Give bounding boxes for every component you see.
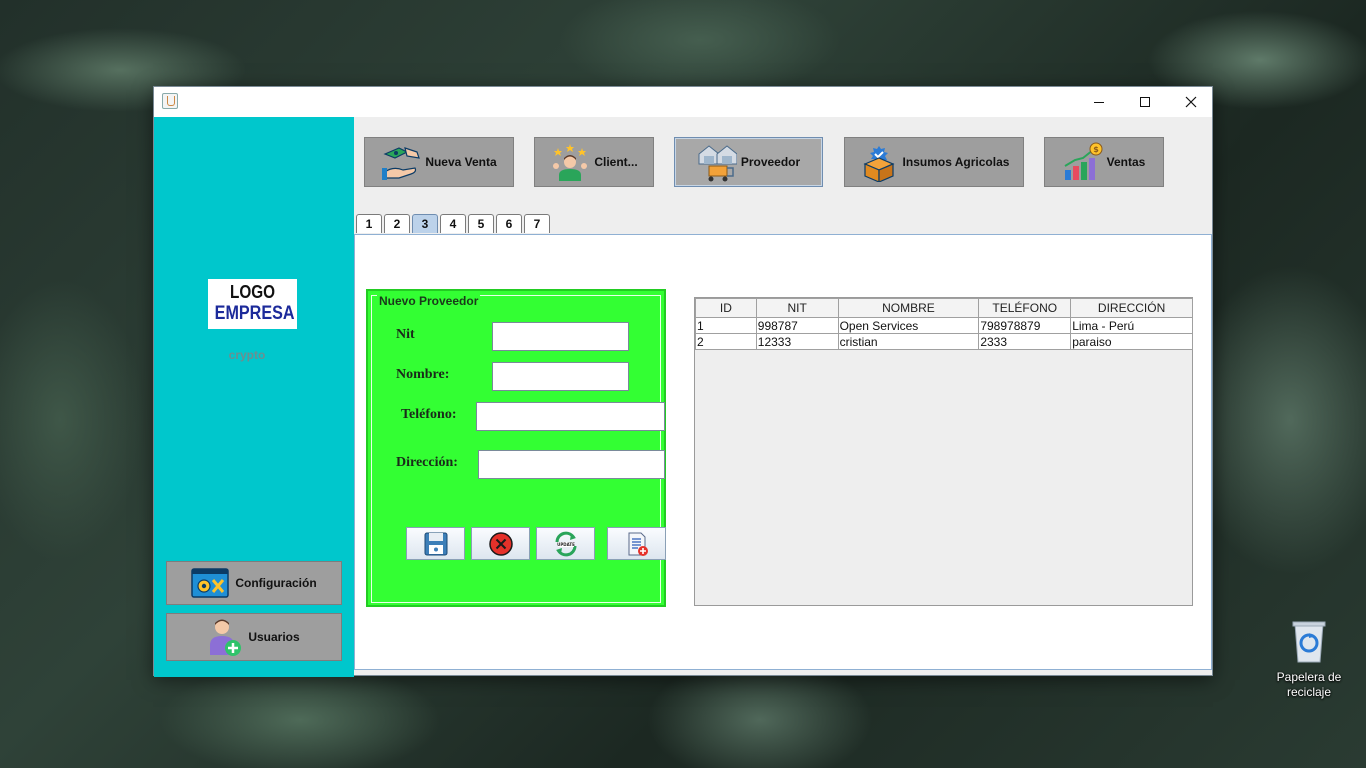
telefono-label: Teléfono: (401, 407, 457, 422)
usuarios-label: Usuarios (248, 630, 300, 644)
proveedores-table-container[interactable]: ID NIT NOMBRE TELÉFONO DIRECCIÓN 1 99878… (694, 297, 1193, 606)
nueva-venta-button[interactable]: Nueva Venta (364, 137, 514, 187)
cell-nombre: cristian (837, 333, 980, 350)
table-row[interactable]: 2 12333 cristian 2333 paraiso (695, 333, 1193, 350)
insumos-agricolas-label: Insumos Agricolas (902, 155, 1010, 169)
cell-id: 1 (695, 317, 757, 334)
recycle-bin-desktop-icon[interactable]: Papelera de reciclaje (1268, 618, 1350, 700)
direccion-field[interactable] (478, 450, 665, 479)
update-button[interactable]: UPDATE (536, 527, 595, 560)
col-header-telefono[interactable]: TELÉFONO (978, 298, 1072, 318)
tab-content-panel: Nuevo Proveedor Nit Nombre: Teléfono: Di… (354, 234, 1212, 670)
cell-telefono: 2333 (978, 333, 1072, 350)
cell-direccion: paraiso (1070, 333, 1193, 350)
tab-7[interactable]: 7 (524, 214, 550, 233)
nombre-field[interactable] (492, 362, 629, 391)
money-handshake-icon (382, 147, 421, 180)
floppy-disk-icon (424, 532, 447, 555)
close-icon (1185, 96, 1197, 108)
company-logo: LOGO EMPRESA (208, 279, 297, 329)
close-button[interactable] (1168, 87, 1214, 117)
nit-field[interactable] (492, 322, 629, 351)
nuevo-proveedor-panel: Nuevo Proveedor Nit Nombre: Teléfono: Di… (366, 289, 666, 607)
col-header-direccion[interactable]: DIRECCIÓN (1070, 298, 1193, 318)
nombre-label: Nombre: (396, 367, 450, 382)
cell-telefono: 798978879 (978, 317, 1072, 334)
maximize-button[interactable] (1122, 87, 1168, 117)
cancel-x-icon (488, 531, 513, 556)
table-row[interactable]: 1 998787 Open Services 798978879 Lima - … (695, 317, 1193, 334)
ventas-button[interactable]: $ Ventas (1044, 137, 1164, 187)
add-user-icon (210, 619, 242, 656)
cell-direccion: Lima - Perú (1070, 317, 1193, 334)
cell-nit: 12333 (755, 333, 839, 350)
direccion-label: Dirección: (396, 455, 458, 470)
col-header-id[interactable]: ID (695, 298, 757, 318)
ventas-label: Ventas (1106, 155, 1146, 169)
customer-rating-icon (553, 144, 588, 181)
app-window: LOGO EMPRESA crypto Configuración Usuari… (153, 86, 1213, 677)
tab-3[interactable]: 3 (412, 214, 438, 233)
col-header-nit[interactable]: NIT (755, 298, 839, 318)
tab-strip: 1 2 3 4 5 6 7 (356, 214, 552, 234)
clientes-button[interactable]: Client... (534, 137, 654, 187)
insumos-agricolas-button[interactable]: Insumos Agricolas (844, 137, 1024, 187)
tab-6[interactable]: 6 (496, 214, 522, 233)
logo-line1: LOGO (229, 282, 276, 302)
tab-2[interactable]: 2 (384, 214, 410, 233)
cell-id: 2 (695, 333, 757, 350)
save-button[interactable] (406, 527, 465, 560)
configuracion-label: Configuración (235, 576, 317, 590)
tab-5[interactable]: 5 (468, 214, 494, 233)
minimize-button[interactable] (1076, 87, 1122, 117)
svg-text:UPDATE: UPDATE (557, 542, 575, 547)
nuevo-proveedor-fieldset: Nuevo Proveedor Nit Nombre: Teléfono: Di… (371, 294, 666, 603)
tab-4[interactable]: 4 (440, 214, 466, 233)
nuevo-proveedor-legend: Nuevo Proveedor (377, 294, 481, 308)
proveedor-label: Proveedor (740, 155, 801, 169)
document-add-icon (628, 532, 648, 556)
col-header-nombre[interactable]: NOMBRE (837, 298, 980, 318)
tab-1[interactable]: 1 (356, 214, 382, 233)
sales-chart-icon: $ (1064, 142, 1103, 180)
cell-nombre: Open Services (837, 317, 980, 334)
java-app-icon (162, 93, 178, 109)
cell-nit: 998787 (755, 317, 839, 334)
logo-line2: EMPRESA (214, 303, 295, 324)
title-bar (154, 87, 1212, 117)
settings-window-icon (191, 568, 230, 598)
sidebar: LOGO EMPRESA crypto Configuración Usuari… (154, 117, 354, 677)
proveedor-button[interactable]: Proveedor (674, 137, 823, 187)
delete-button[interactable] (471, 527, 530, 560)
brand-label: crypto (228, 348, 266, 362)
box-check-icon (863, 146, 895, 182)
configuracion-button[interactable]: Configuración (166, 561, 342, 605)
recycle-bin-label: Papelera de reciclaje (1276, 670, 1342, 699)
report-button[interactable] (607, 527, 666, 560)
clientes-label: Client... (594, 155, 638, 169)
svg-text:$: $ (1093, 145, 1099, 154)
usuarios-button[interactable]: Usuarios (166, 613, 342, 661)
table-header-row: ID NIT NOMBRE TELÉFONO DIRECCIÓN (695, 298, 1193, 318)
nueva-venta-label: Nueva Venta (425, 155, 497, 169)
nit-label: Nit (396, 327, 415, 342)
update-refresh-icon: UPDATE (555, 531, 576, 556)
supplier-warehouse-icon (698, 145, 737, 182)
proveedores-table: ID NIT NOMBRE TELÉFONO DIRECCIÓN 1 99878… (695, 298, 1193, 350)
telefono-field[interactable] (476, 402, 665, 431)
recycle-bin-icon (1289, 618, 1329, 664)
